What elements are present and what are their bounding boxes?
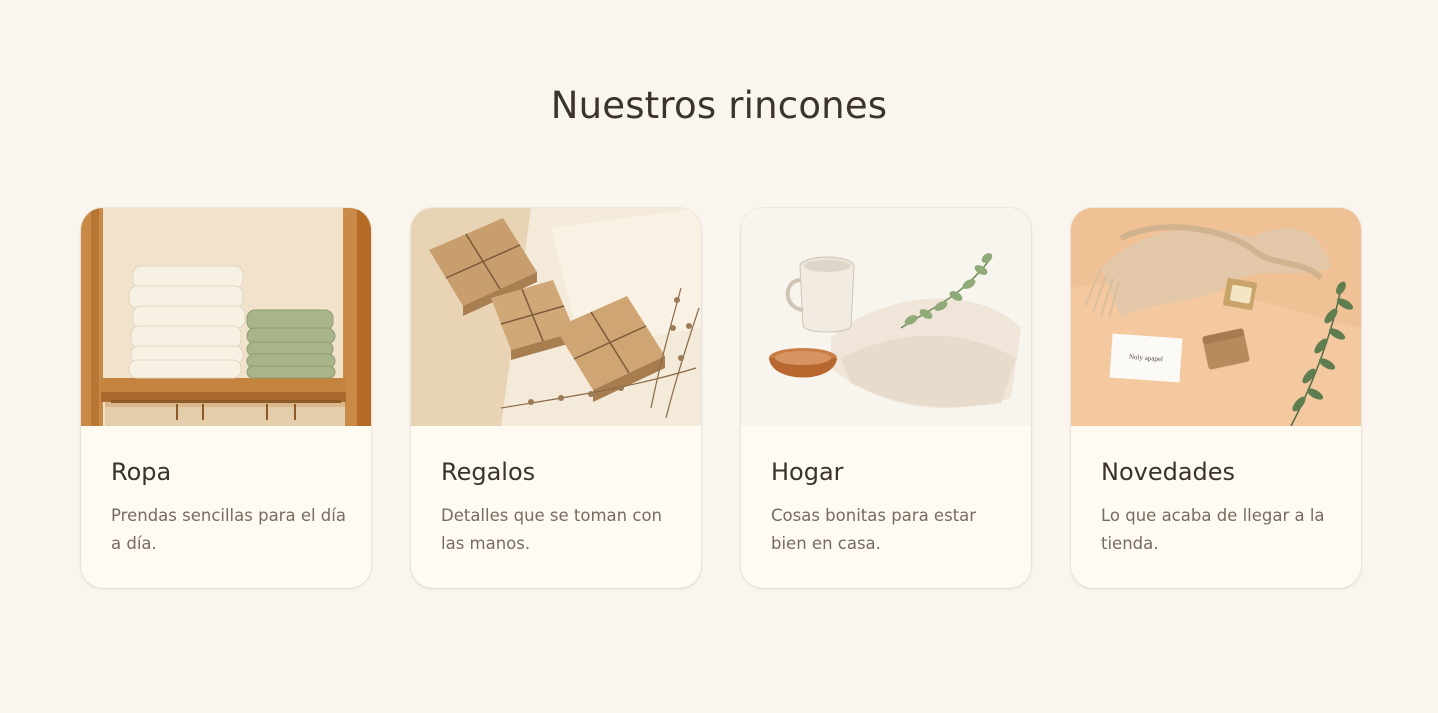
category-card-ropa[interactable]: Ropa Prendas sencillas para el día a día… bbox=[81, 208, 371, 588]
card-image-home[interactable] bbox=[741, 208, 1031, 426]
card-title: Regalos bbox=[441, 458, 536, 486]
gift-boxes-image bbox=[411, 208, 701, 426]
card-description: Lo que acaba de llegar a la tienda. bbox=[1101, 506, 1325, 553]
card-image-clothes[interactable] bbox=[81, 208, 371, 426]
card-title: Novedades bbox=[1101, 458, 1236, 486]
card-title: Hogar bbox=[771, 458, 844, 486]
section-title: Nuestros rincones bbox=[550, 84, 888, 127]
card-description: Prendas sencillas para el día a día. bbox=[111, 506, 346, 553]
category-card-regalos[interactable]: Regalos Detalles que se toman con las ma… bbox=[411, 208, 701, 588]
card-image-new-arrivals[interactable]: Noly apapel bbox=[1071, 208, 1361, 426]
card-description: Detalles que se toman con las manos. bbox=[441, 506, 662, 553]
home-items-image bbox=[741, 208, 1031, 426]
category-card-novedades[interactable]: Noly apapel Novedades Lo que acaba de ll… bbox=[1071, 208, 1361, 588]
card-title: Ropa bbox=[111, 458, 172, 486]
card-image-gifts[interactable] bbox=[411, 208, 701, 426]
card-description: Cosas bonitas para estar bien en casa. bbox=[771, 506, 977, 553]
category-card-hogar[interactable]: Hogar Cosas bonitas para estar bien en c… bbox=[741, 208, 1031, 588]
clothes-shelf-image bbox=[81, 208, 371, 426]
new-arrivals-image: Noly apapel bbox=[1071, 208, 1361, 426]
